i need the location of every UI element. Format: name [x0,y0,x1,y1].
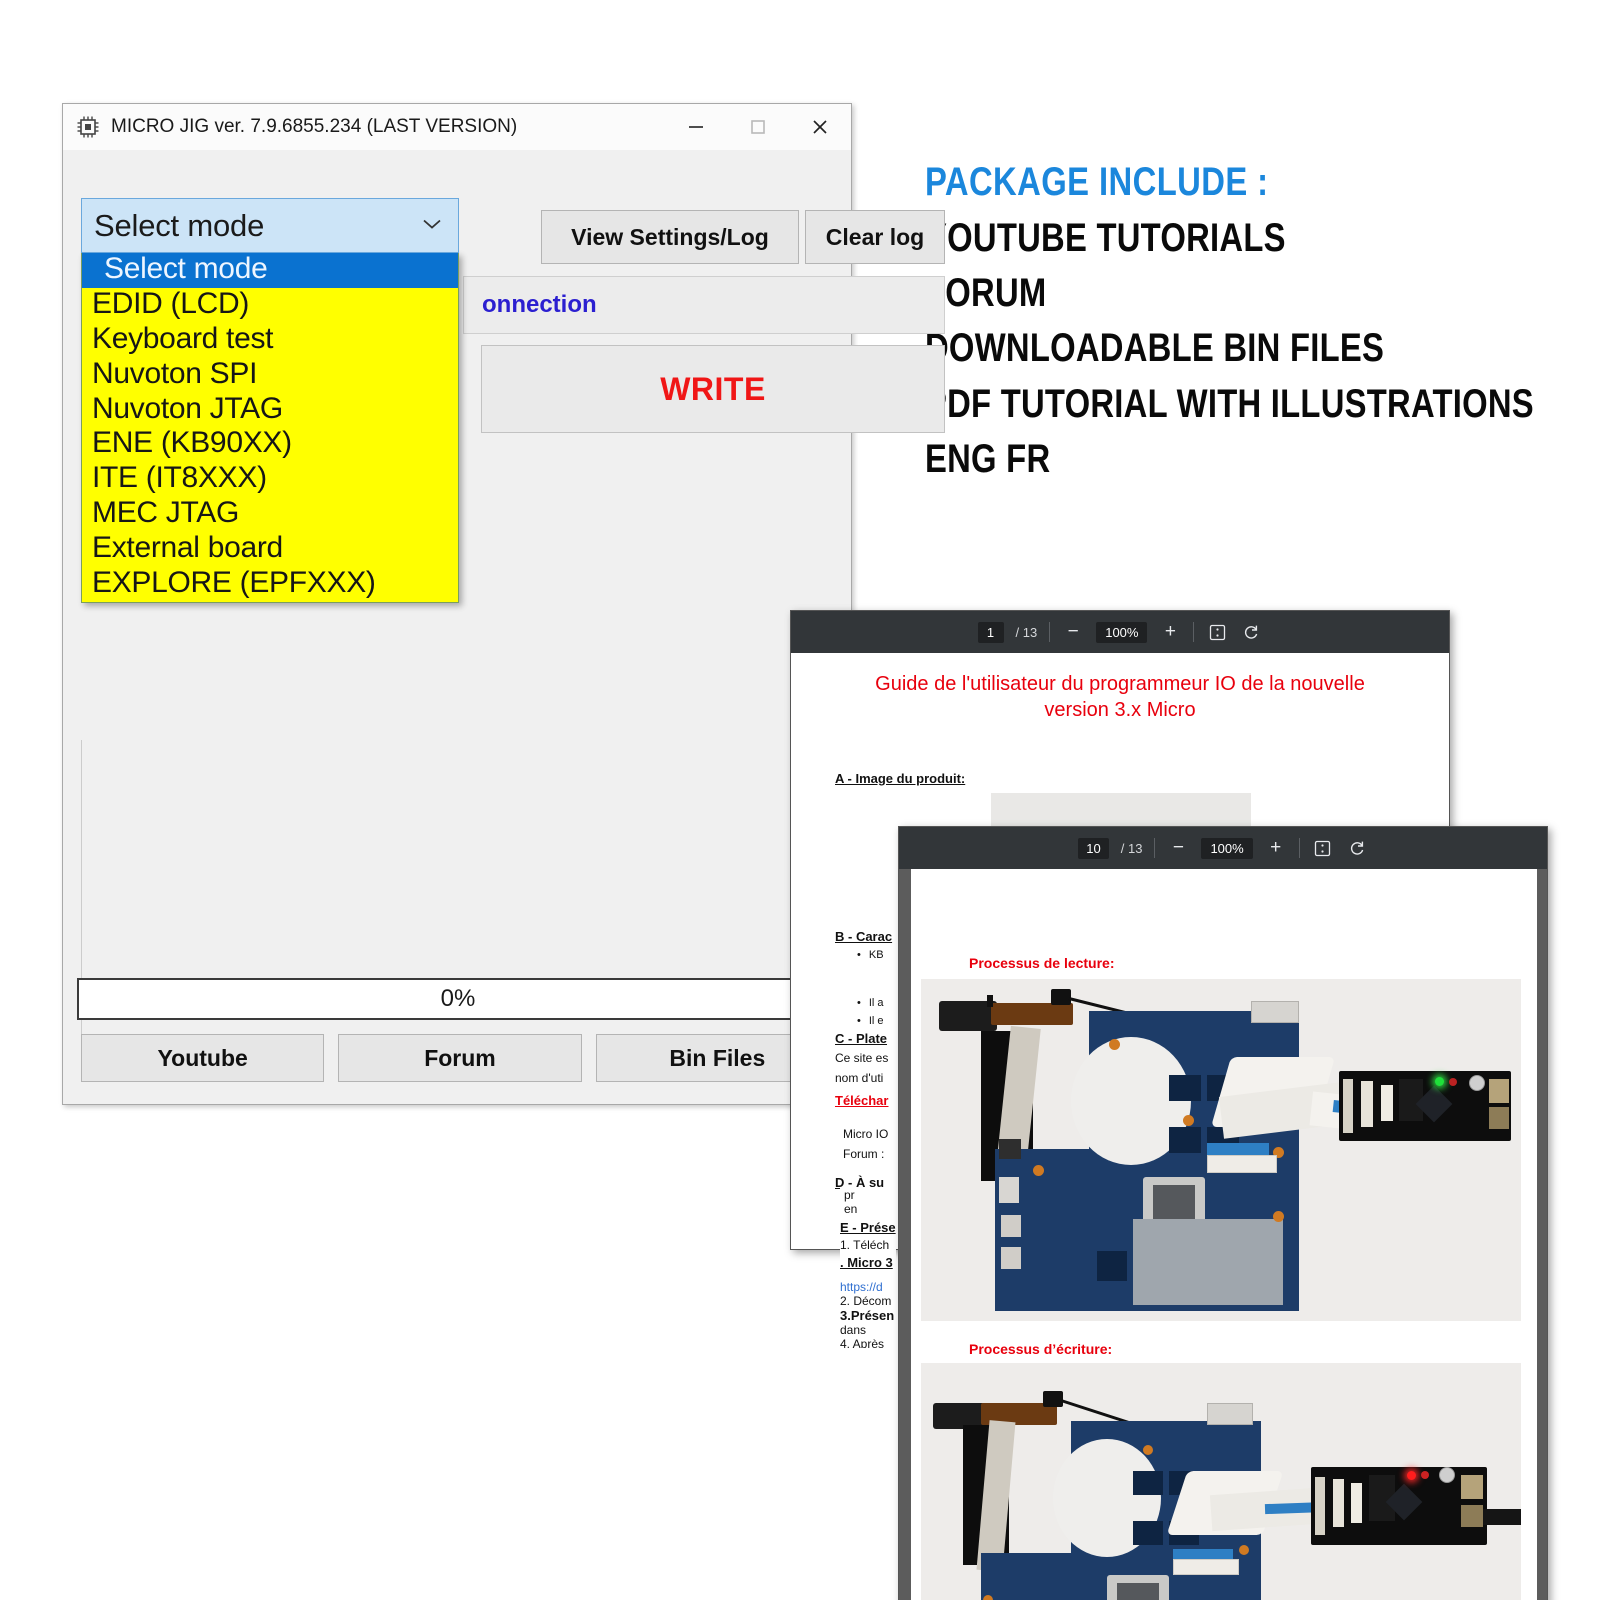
pdf2-separator-2 [1298,838,1300,858]
pdf1-section-e: E - Prése [840,1220,896,1235]
window-title: MICRO JIG ver. 7.9.6855.234 (LAST VERSIO… [111,116,518,137]
bullet-dot-icon: • [857,1015,861,1027]
pdf1-text-e3[interactable]: https://d [840,1280,896,1294]
mode-option-ene-kb90xx[interactable]: ENE (KB90XX) [82,427,458,462]
pdf1-zoom-in-button[interactable]: + [1159,621,1181,643]
progress-bar: 0% [77,978,839,1020]
pdf2-toolbar: 10 / 13 − 100% + [899,827,1547,869]
mode-select-input[interactable]: Select mode [81,198,459,253]
pdf1-text-c4: Forum : [843,1147,885,1161]
pdf2-separator-1 [1154,838,1156,858]
mode-option-nuvoton-jtag[interactable]: Nuvoton JTAG [82,393,458,428]
pdf1-text-e6: dans [840,1323,867,1337]
rotate-icon[interactable] [1240,621,1262,643]
pdf1-section-b: B - Carac [835,929,893,944]
pdf1-text-e1: 1. Téléch [840,1238,890,1252]
micro-jig-window: MICRO JIG ver. 7.9.6855.234 (LAST VERSIO… [62,103,945,1105]
progress-label: 0% [440,985,476,1012]
pdf1-bullet-d4-cont: pr [844,1188,855,1202]
fit-page-icon[interactable] [1312,837,1334,859]
mode-option-keyboard-test[interactable]: Keyboard test [82,323,458,358]
mode-option-external-board[interactable]: External board [82,532,458,567]
mode-select-value: Select mode [94,207,265,243]
view-settings-log-button[interactable]: View Settings/Log [541,210,799,264]
pdf1-text-e2: . Micro 3 [840,1255,893,1270]
connection-status-text: onnection [482,291,597,318]
forum-button[interactable]: Forum [338,1034,582,1082]
clear-log-button[interactable]: Clear log [805,210,945,264]
pdf1-separator-1 [1049,622,1051,642]
pdf1-section-a: A - Image du produit: [835,771,966,786]
pdf1-page-current[interactable]: 1 [977,621,1004,643]
package-line-eng-fr: ENG FR [925,436,1051,481]
bullet-dot-icon: • [857,997,861,1009]
footer-button-row: Youtube Forum Bin Files [81,1034,839,1082]
pdf1-doc-title: Guide de l'utilisateur du programmeur IO… [875,673,1365,721]
pdf1-text-e7: 4. Après [840,1337,885,1348]
pdf2-page-content: Processus de lecture: Processus d’écritu… [911,869,1537,1600]
package-line-pdf-tutorial: PDF TUTORIAL WITH ILLUSTRATIONS [925,381,1534,426]
window-client-area: View Settings/Log Clear log onnection WR… [63,150,945,1104]
pdf1-bullet-b3: • Il e [857,1015,884,1027]
write-button-label: WRITE [660,370,766,407]
pdf1-page-total: / 13 [1015,624,1038,640]
pdf-viewer-window-2: 10 / 13 − 100% + Processus de lecture: P… [898,826,1548,1600]
rotate-icon[interactable] [1346,837,1368,859]
maximize-button[interactable] [727,104,789,150]
mode-option-mec-jtag[interactable]: MEC JTAG [82,497,458,532]
mode-option-nuvoton-spi[interactable]: Nuvoton SPI [82,358,458,393]
pdf1-toolbar: 1 / 13 − 100% + [791,611,1449,653]
pdf1-zoom-level[interactable]: 100% [1096,621,1148,643]
pdf1-text-c3: Micro IO [843,1127,889,1141]
package-title: PACKAGE INCLUDE : [925,160,1269,204]
package-line-forum: FORUM [925,271,1047,316]
pdf2-zoom-out-button[interactable]: − [1167,837,1189,859]
package-include-block: PACKAGE INCLUDE : YOUTUBE TUTORIALS FORU… [925,160,1565,487]
pdf1-download-link[interactable]: Téléchar [835,1093,888,1108]
pdf1-text-c2: nom d'uti [835,1071,884,1085]
pdf2-photo-write [921,1363,1521,1600]
mode-select-dropdown[interactable]: Select mode Select mode EDID (LCD) Keybo… [81,198,459,603]
pdf1-bullet-d5: en [844,1202,858,1216]
connection-status-panel: onnection [463,276,945,334]
chevron-down-icon[interactable] [420,216,444,235]
mode-option-select-mode[interactable]: Select mode [82,253,458,288]
chip-icon [75,114,101,140]
pdf2-zoom-level[interactable]: 100% [1201,837,1253,859]
pdf2-zoom-in-button[interactable]: + [1265,837,1287,859]
pdf2-page-current[interactable]: 10 [1078,837,1109,859]
pdf1-text-c1: Ce site es [835,1051,889,1065]
mode-option-edid-lcd[interactable]: EDID (LCD) [82,288,458,323]
pdf1-bullet-b2: • Il a [857,997,884,1009]
mode-select-option-list[interactable]: Select mode EDID (LCD) Keyboard test Nuv… [81,253,459,603]
window-controls [665,104,851,150]
pdf2-heading-processus-lecture: Processus de lecture: [969,955,1115,971]
mode-option-ite-it8xxx[interactable]: ITE (IT8XXX) [82,462,458,497]
write-button[interactable]: WRITE [481,345,945,433]
pdf1-section-c: C - Plate [835,1031,888,1046]
pdf1-text-e5: 3.Présen [840,1308,895,1323]
pdf2-photo-read [921,979,1521,1321]
pdf1-bullet-b1: • KB [857,949,884,961]
pdf1-zoom-out-button[interactable]: − [1062,621,1084,643]
fit-page-icon[interactable] [1206,621,1228,643]
bullet-dot-icon: • [857,949,861,961]
pdf2-page-body[interactable]: Processus de lecture: Processus d’écritu… [899,869,1547,1600]
close-button[interactable] [789,104,851,150]
package-line-youtube-tutorials: YOUTUBE TUTORIALS [925,216,1286,260]
window-titlebar[interactable]: MICRO JIG ver. 7.9.6855.234 (LAST VERSIO… [63,104,851,150]
package-line-downloadable-bin-files: DOWNLOADABLE BIN FILES [925,326,1385,371]
mode-option-explore-epfxxx[interactable]: EXPLORE (EPFXXX) [82,567,458,602]
pdf1-text-e4: 2. Décom [840,1294,892,1308]
pdf2-heading-processus-ecriture: Processus d’écriture: [969,1341,1113,1357]
pdf1-separator-2 [1193,622,1195,642]
pdf1-overflow-text-strip: pr en E - Prése 1. Téléch . Micro 3 http… [840,1188,896,1348]
pdf2-page-total: / 13 [1120,840,1143,856]
minimize-button[interactable] [665,104,727,150]
youtube-button[interactable]: Youtube [81,1034,325,1082]
